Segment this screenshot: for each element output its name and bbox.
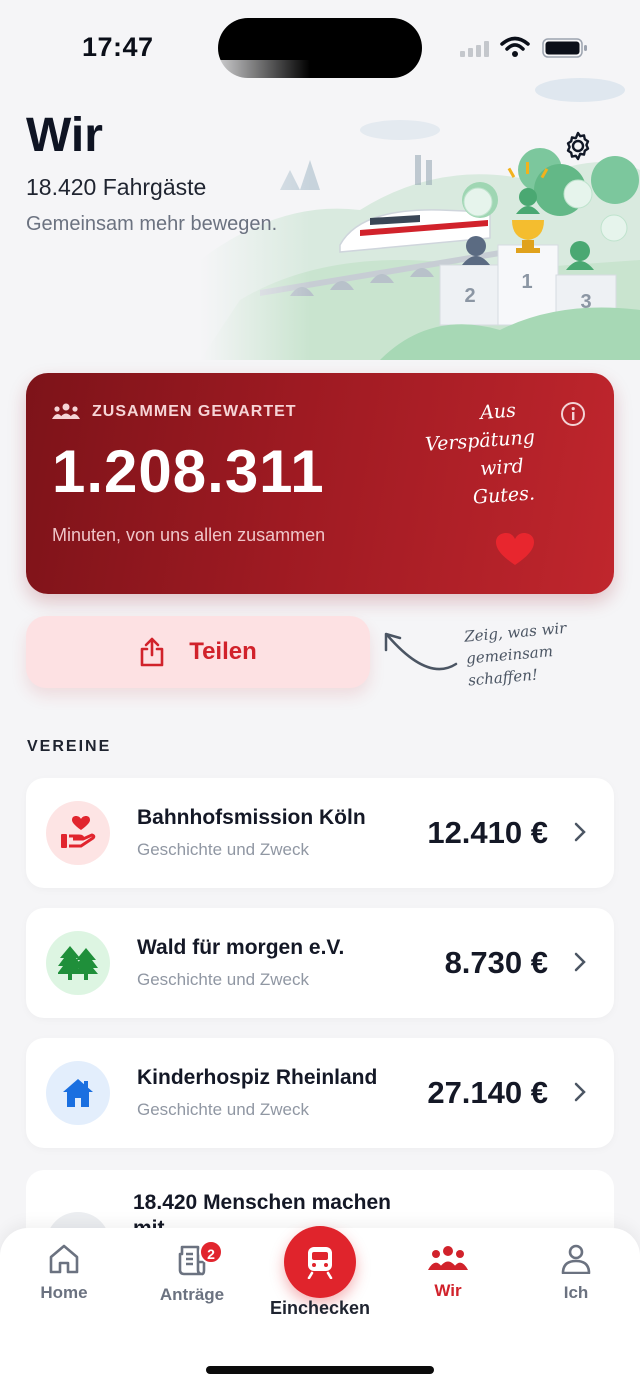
organization-subtitle: Geschichte und Zweck (137, 840, 309, 859)
house-icon (46, 1061, 110, 1125)
notification-badge: 2 (199, 1240, 223, 1264)
organization-subtitle: Geschichte und Zweck (137, 1100, 309, 1119)
tab-label: Anträge (159, 1285, 225, 1304)
tab-label: Ich (563, 1283, 589, 1302)
organization-name: Kinderhospiz Rheinland (137, 1066, 378, 1089)
chevron-right-icon (574, 952, 586, 972)
heart-hand-icon (46, 801, 110, 865)
handwritten-note: Aus Verspätung wird Gutes. (412, 395, 549, 516)
card-subtitle: Minuten, von uns allen zusammen (52, 525, 326, 545)
group-icon (428, 1246, 468, 1270)
organization-amount: 12.410 € (427, 815, 548, 850)
organization-card[interactable]: Kinderhospiz Rheinland Geschichte und Zw… (26, 1038, 614, 1148)
wifi-icon (500, 36, 530, 57)
tab-label: Home (40, 1283, 88, 1302)
tab-label: Wir (434, 1281, 462, 1300)
group-icon (52, 403, 80, 419)
home-indicator (206, 1366, 434, 1374)
checkin-button[interactable] (284, 1226, 356, 1298)
status-time: 17:47 (82, 32, 154, 62)
share-button[interactable]: Teilen (26, 616, 370, 688)
organization-amount: 27.140 € (427, 1075, 548, 1110)
checkin-label[interactable]: Einchecken (250, 1298, 390, 1319)
tab-wir[interactable]: Wir (393, 1244, 503, 1301)
organization-name: Wald für morgen e.V. (137, 936, 345, 959)
share-note: Zeig, was wir gemeinsam schaffen! (463, 614, 598, 691)
hero-illustration: 2 1 3 (200, 60, 640, 360)
chevron-right-icon (574, 822, 586, 842)
person-icon (561, 1244, 591, 1275)
waiting-time-card: ZUSAMMEN GEWARTET 1.208.311 Minuten, von… (26, 373, 614, 594)
total-minutes: 1.208.311 (52, 438, 325, 505)
organization-name: Bahnhofsmission Köln (137, 806, 366, 829)
slogan: Gemeinsam mehr bewegen. (26, 213, 278, 235)
page-title: Wir (26, 109, 103, 162)
organization-card[interactable]: Bahnhofsmission Köln Geschichte und Zwec… (26, 778, 614, 888)
trees-icon (46, 931, 110, 995)
section-title: VEREINE (27, 738, 112, 755)
tab-antraege[interactable]: 2 Anträge (137, 1240, 247, 1305)
heart-icon (496, 533, 534, 565)
tab-home[interactable]: Home (9, 1244, 119, 1303)
card-label: ZUSAMMEN GEWARTET (92, 403, 297, 420)
organization-subtitle: Geschichte und Zweck (137, 970, 309, 989)
cellular-signal-icon (460, 41, 489, 57)
battery-icon (542, 38, 587, 58)
gear-icon[interactable] (562, 130, 594, 162)
curved-arrow-icon (384, 632, 458, 671)
tab-ich[interactable]: Ich (521, 1244, 631, 1303)
share-icon (140, 637, 164, 667)
home-icon (49, 1244, 79, 1274)
organization-amount: 8.730 € (444, 945, 548, 980)
chevron-right-icon (574, 1082, 586, 1102)
info-icon[interactable] (560, 401, 586, 427)
share-label: Teilen (189, 638, 257, 665)
rider-count: 18.420 Fahrgäste (26, 174, 207, 200)
organization-card[interactable]: Wald für morgen e.V. Geschichte und Zwec… (26, 908, 614, 1018)
train-icon (307, 1247, 333, 1279)
